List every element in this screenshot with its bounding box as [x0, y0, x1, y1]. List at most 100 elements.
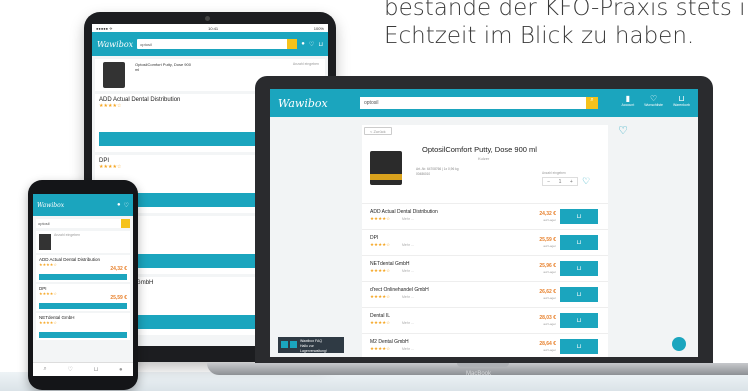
app-header: Wawibox ● ♡ [33, 194, 133, 216]
quantity-stepper[interactable]: − 1 + [542, 177, 578, 186]
offer-price: 26,62 € [539, 289, 556, 295]
marketing-stage: bestände der KFO-Praxis stets in Echtzei… [0, 0, 748, 391]
offer-vendor-name[interactable]: NETdental GmbH [370, 261, 409, 267]
cart-icon[interactable]: ⊔ [318, 41, 323, 48]
heart-icon[interactable]: ♡ [124, 202, 129, 209]
plus-icon[interactable]: + [570, 179, 573, 185]
back-button[interactable]: < Zurück [364, 127, 392, 135]
offer-vendor-name[interactable]: ADD Actual Dental Distribution [370, 209, 438, 215]
wawibox-logo[interactable]: Wawibox [37, 202, 64, 209]
heart-icon[interactable]: ♡ [309, 41, 314, 48]
camera-icon [205, 16, 210, 21]
search-button[interactable] [287, 39, 298, 49]
nav-label: Account [621, 103, 635, 107]
user-icon[interactable]: ● [117, 202, 121, 208]
add-to-cart-button[interactable] [39, 303, 127, 309]
header-nav: ▮ Account ♡ Wunschliste ⊔ Warenkorb [622, 94, 690, 107]
heart-icon: ♡ [650, 94, 658, 103]
nav-cart[interactable]: ⊔ Warenkorb [673, 94, 690, 107]
qty-label: Anzahl eingeben [292, 62, 319, 66]
offer-list: ADD Actual Dental Distribution ★★★★☆ Mehr … [362, 203, 608, 357]
app-header: Wawibox optosil ⌕ ▮ Account ♡ Wunschliste … [270, 89, 698, 117]
search-value: optosil [140, 41, 152, 47]
rating-stars: ★★★★☆ [39, 320, 57, 325]
product-image [370, 151, 402, 185]
add-to-cart-button[interactable]: ⊔ [560, 339, 598, 354]
offer-row: NETdental GmbH ★★★★☆ Mehr ... 25,96 € auf La… [362, 255, 608, 281]
headline-line-1: bestände der KFO-Praxis stets in [384, 0, 748, 21]
add-to-cart-button[interactable] [39, 332, 127, 338]
rating-stars: ★★★★☆ [370, 242, 391, 247]
more-link[interactable]: Mehr ... [402, 321, 414, 325]
laptop-screen: Wawibox optosil ⌕ ▮ Account ♡ Wunschliste … [270, 89, 698, 357]
user-icon: ▮ [625, 94, 631, 103]
search-button[interactable] [121, 219, 130, 228]
base-notch [457, 363, 509, 367]
stock-status: auf Lager [543, 296, 556, 300]
headline-line-2: Echtzeit im Blick zu haben. [384, 23, 695, 49]
offer-price: 25,59 € [539, 237, 556, 243]
add-to-cart-button[interactable]: ⊔ [560, 235, 598, 250]
rating-stars: ★★★★☆ [370, 294, 391, 299]
offer-row: ADD Actual Dental Distribution ★★★★☆ 24,32… [36, 255, 130, 282]
heart-icon[interactable]: ♡ [67, 366, 72, 373]
offer-price: 25,59 € [110, 295, 127, 301]
user-icon[interactable]: ● [301, 41, 305, 47]
meta-line: 00486010 [416, 171, 431, 176]
status-bar: ●●●●● ✈ 10:41 100% [92, 24, 328, 32]
nav-label: Warenkorb [673, 103, 690, 107]
offer-vendor-name[interactable]: Dental IL [370, 313, 390, 319]
cart-icon: ⊔ [576, 292, 582, 298]
product-meta: Art.-Nr. 64708766 | 1x 0,96 kg 00486010 [416, 167, 546, 176]
promo-text: Hallo zur Lagerverwaltung! [300, 344, 327, 353]
offer-vendor-name[interactable]: M2 Dental GmbH [370, 339, 409, 345]
cart-icon: ⊔ [576, 344, 582, 350]
more-link[interactable]: Mehr ... [402, 295, 414, 299]
laptop-device: Wawibox optosil ⌕ ▮ Account ♡ Wunschliste … [255, 76, 713, 364]
widget-icon [281, 341, 288, 348]
offer-row: M2 Dental GmbH ★★★★☆ Mehr ... 28,64 € auf La… [362, 333, 608, 357]
offer-row: DPI ★★★★☆ Mehr ... 25,59 € auf Lager ⊔ [362, 229, 608, 255]
search-icon[interactable]: ⌕ [43, 366, 46, 373]
offer-row: ADD Actual Dental Distribution ★★★★☆ Mehr … [362, 203, 608, 229]
cart-icon[interactable]: ⊔ [94, 366, 99, 373]
add-to-cart-button[interactable]: ⊔ [560, 313, 598, 328]
search-input[interactable]: optosil [137, 39, 298, 49]
product-detail: < Zurück ♡ OptosilComfort Putty, Dose 90… [362, 125, 628, 357]
nav-wishlist[interactable]: ♡ Wunschliste [644, 94, 663, 107]
more-link[interactable]: Mehr ... [402, 217, 414, 221]
search-input[interactable]: optosil [36, 219, 130, 228]
phone-device: Wawibox ● ♡ optosil Anzahl eingeben ADD … [28, 180, 138, 390]
wishlist-heart-icon[interactable]: ♡ [618, 124, 628, 137]
stock-status: auf Lager [543, 322, 556, 326]
chat-bubble-icon[interactable] [672, 337, 686, 351]
rating-stars: ★★★★☆ [370, 346, 391, 351]
wawibox-logo[interactable]: Wawibox [97, 40, 133, 49]
user-icon[interactable]: ● [119, 367, 123, 373]
faq-widget[interactable]: Wawibox FAQ Hallo zur Lagerverwaltung! [278, 337, 344, 353]
more-link[interactable]: Mehr ... [402, 243, 414, 247]
search-button[interactable]: ⌕ [586, 97, 598, 109]
offer-vendor-name[interactable]: d'rect Onlinehandel GmbH [370, 287, 429, 293]
heart-icon[interactable]: ♡ [582, 176, 590, 187]
offer-row: NETdental GmbH ★★★★☆ [36, 313, 130, 340]
battery-text: 100% [313, 25, 324, 31]
more-link[interactable]: Mehr ... [402, 269, 414, 273]
offer-price: 24,32 € [539, 211, 556, 217]
nav-account[interactable]: ▮ Account [622, 94, 635, 107]
offer-vendor-name[interactable]: DPI [370, 235, 378, 241]
add-to-cart-button[interactable]: ⊔ [560, 287, 598, 302]
search-input[interactable]: optosil ⌕ [360, 97, 598, 109]
more-link[interactable]: Mehr ... [402, 347, 414, 351]
minus-icon[interactable]: − [547, 179, 550, 185]
rating-stars: ★★★★☆ [370, 268, 391, 273]
clock: 10:41 [208, 25, 219, 31]
offer-row: Dental IL ★★★★☆ Mehr ... 28,03 € auf Lager ⊔ [362, 307, 608, 333]
offer-price: 28,03 € [539, 315, 556, 321]
add-to-cart-button[interactable]: ⊔ [560, 261, 598, 276]
add-to-cart-button[interactable] [39, 274, 127, 280]
offer-price: 28,64 € [539, 341, 556, 347]
wawibox-logo[interactable]: Wawibox [278, 97, 328, 110]
product-image [103, 62, 125, 88]
add-to-cart-button[interactable]: ⊔ [560, 209, 598, 224]
